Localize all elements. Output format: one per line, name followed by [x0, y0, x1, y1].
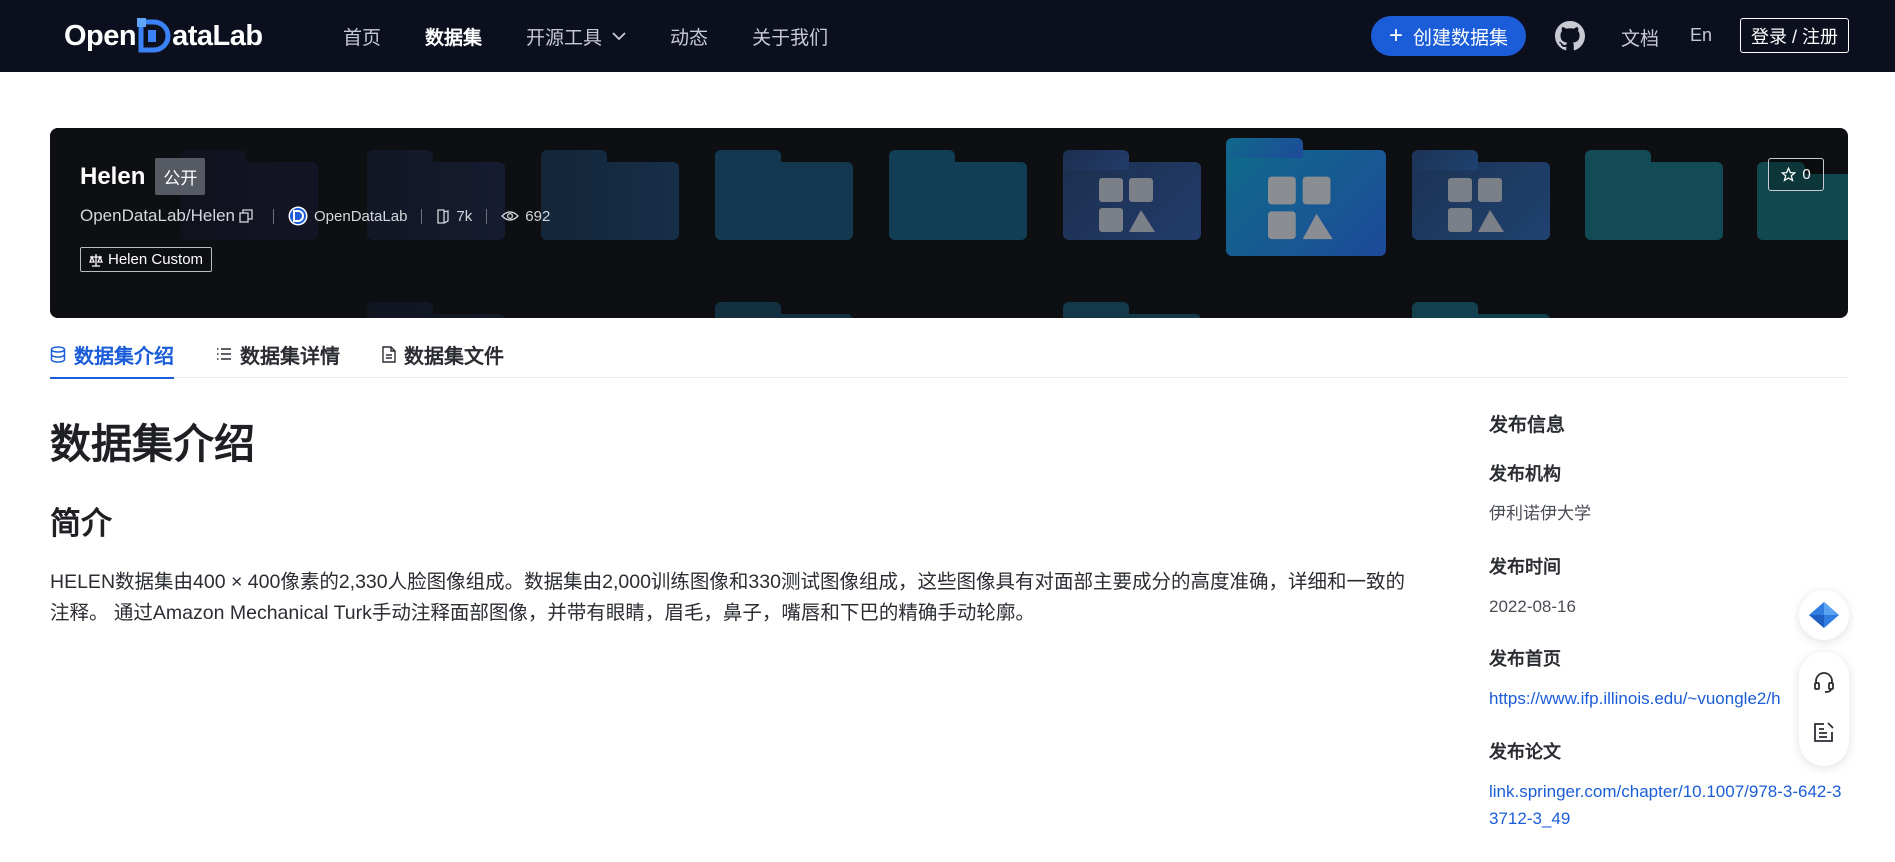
- logo-d-icon: [137, 18, 171, 54]
- folder-decoration: [715, 150, 853, 240]
- tab-files[interactable]: 数据集文件: [382, 330, 504, 378]
- floating-toolbar: [1799, 652, 1849, 766]
- create-dataset-button[interactable]: + 创建数据集: [1371, 16, 1526, 56]
- license-tag[interactable]: Helen Custom: [80, 247, 213, 272]
- github-icon[interactable]: [1555, 21, 1585, 51]
- folder-decoration: [1226, 138, 1386, 256]
- dataset-path: OpenDataLab/Helen: [80, 206, 236, 225]
- nav-open-tools-label: 开源工具: [526, 27, 603, 49]
- license-label: Helen Custom: [108, 251, 204, 268]
- nav-news-label: 动态: [670, 27, 709, 49]
- paper-link[interactable]: link.springer.com/chapter/10.1007/978-3-…: [1489, 778, 1849, 832]
- section-heading: 简介: [50, 506, 112, 541]
- main-nav: 首页 数据集 开源工具 动态 关于我们: [343, 0, 872, 72]
- publish-date-value: 2022-08-16: [1489, 597, 1576, 616]
- folder-decoration: [1412, 302, 1550, 318]
- homepage-link[interactable]: https://www.ifp.illinois.edu/~vuongle2/h: [1489, 685, 1849, 712]
- opendatalab-logo[interactable]: Open ataLab: [64, 16, 263, 56]
- tab-files-label: 数据集文件: [404, 345, 504, 368]
- docs-link[interactable]: 文档: [1621, 24, 1659, 51]
- create-dataset-label: 创建数据集: [1413, 27, 1509, 49]
- top-navbar: Open ataLab 首页 数据集 开源工具 动态 关于我们 + 创建数据集 …: [0, 0, 1895, 72]
- download-count: 7k: [456, 207, 473, 225]
- paper-block: 发布论文 link.springer.com/chapter/10.1007/9…: [1489, 738, 1849, 832]
- dataset-banner: Helen 公开 OpenDataLab/Helen OpenDataLab 7…: [50, 128, 1848, 318]
- page-title: 数据集介绍: [50, 421, 255, 467]
- tab-details[interactable]: 数据集详情: [216, 330, 340, 378]
- nav-about[interactable]: 关于我们: [752, 23, 828, 50]
- star-icon: [1781, 167, 1797, 182]
- dataset-glyph-icon: [1268, 176, 1333, 240]
- dataset-tabs: 数据集介绍 数据集详情 数据集文件: [50, 330, 1848, 379]
- headset-icon[interactable]: [1812, 670, 1836, 694]
- chevron-down-icon: [612, 31, 626, 40]
- folder-decoration: [889, 150, 1027, 240]
- download-book-icon: [437, 208, 450, 224]
- scale-icon: [89, 253, 103, 267]
- view-count: 692: [525, 207, 551, 225]
- nav-home-label: 首页: [343, 27, 382, 49]
- nav-home[interactable]: 首页: [343, 23, 381, 50]
- nav-datasets-label: 数据集: [425, 27, 483, 49]
- publisher-org-label: 发布机构: [1489, 464, 1561, 484]
- visibility-badge: 公开: [155, 158, 206, 195]
- plus-icon: +: [1388, 22, 1403, 49]
- star-count: 0: [1802, 166, 1811, 183]
- list-icon: [217, 348, 231, 360]
- publish-date-label: 发布时间: [1489, 557, 1561, 577]
- dataset-description: HELEN数据集由400 × 400像素的2,330人脸图像组成。数据集由2,0…: [50, 571, 1405, 624]
- dataset-meta: OpenDataLab/Helen OpenDataLab 7k 692: [80, 206, 550, 226]
- login-register-button[interactable]: 登录 / 注册: [1740, 18, 1849, 53]
- folder-decoration: [1063, 150, 1201, 240]
- folder-decoration: [1063, 302, 1201, 318]
- homepage-label: 发布首页: [1489, 649, 1561, 669]
- dataset-glyph-icon: [1448, 178, 1504, 232]
- publisher-name[interactable]: OpenDataLab: [314, 208, 407, 225]
- floating-logo-button[interactable]: [1799, 590, 1849, 640]
- tab-details-label: 数据集详情: [240, 345, 340, 368]
- nav-news[interactable]: 动态: [670, 23, 708, 50]
- publish-date-block: 发布时间 2022-08-16: [1489, 553, 1576, 620]
- database-icon: [50, 345, 66, 363]
- folder-decoration: [1585, 150, 1723, 240]
- folder-decoration: [715, 302, 853, 318]
- publisher-avatar-icon: [288, 206, 308, 226]
- tab-intro-label: 数据集介绍: [74, 345, 174, 368]
- publish-info-panel: 发布信息 发布机构 伊利诺伊大学 发布时间 2022-08-16 发布首页 ht…: [1489, 410, 1849, 828]
- logo-text-open: Open: [64, 19, 137, 52]
- paper-label: 发布论文: [1489, 742, 1561, 762]
- dataset-glyph-icon: [1099, 178, 1155, 232]
- dataset-name: Helen: [80, 162, 146, 190]
- publisher-org-value: 伊利诺伊大学: [1489, 504, 1591, 523]
- file-icon: [382, 345, 396, 363]
- app-logo-icon: [1809, 602, 1839, 628]
- publish-info-title: 发布信息: [1489, 415, 1566, 436]
- tab-intro[interactable]: 数据集介绍: [50, 330, 174, 379]
- publisher-block: 发布机构 伊利诺伊大学: [1489, 460, 1591, 527]
- feedback-icon[interactable]: [1812, 720, 1836, 744]
- star-button[interactable]: 0: [1768, 158, 1824, 191]
- homepage-block: 发布首页 https://www.ifp.illinois.edu/~vuong…: [1489, 645, 1849, 712]
- meta-separator: [486, 208, 488, 224]
- copy-icon[interactable]: [239, 209, 253, 223]
- nav-datasets[interactable]: 数据集: [425, 23, 482, 50]
- logo-text-datalab: ataLab: [172, 19, 263, 52]
- meta-separator: [421, 208, 423, 224]
- nav-open-tools[interactable]: 开源工具: [526, 23, 626, 50]
- folder-decoration: [1412, 150, 1550, 240]
- language-switch[interactable]: En: [1690, 25, 1712, 46]
- dataset-title: Helen 公开: [80, 158, 206, 195]
- meta-separator: [273, 208, 275, 224]
- eye-icon: [501, 211, 520, 221]
- nav-about-label: 关于我们: [752, 27, 829, 49]
